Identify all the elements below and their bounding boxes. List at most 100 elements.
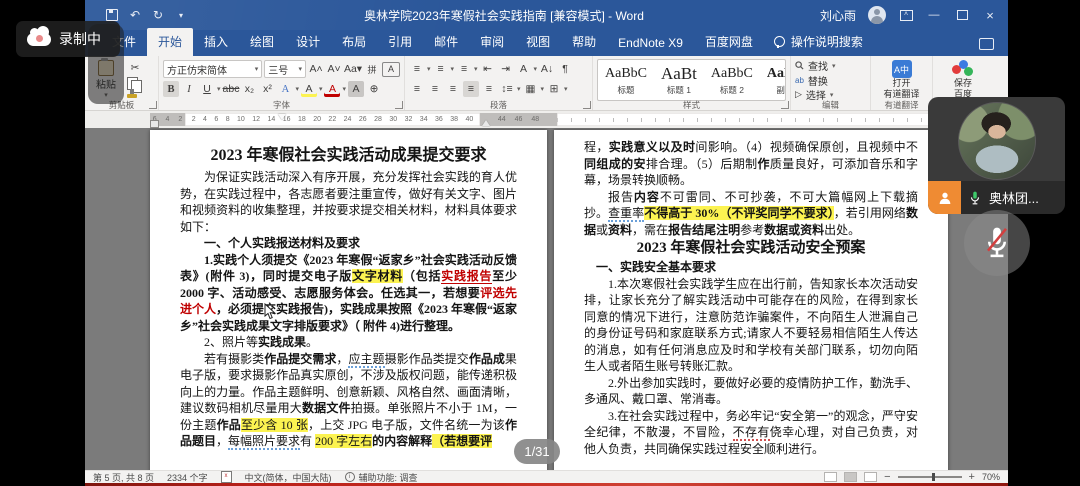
doc-title-left: 2023 年寒假社会实践活动成果提交要求: [180, 146, 517, 166]
tab-references[interactable]: 引用: [377, 28, 423, 56]
numbering-icon[interactable]: ≡: [433, 61, 449, 77]
maximize-button[interactable]: [954, 8, 970, 22]
text-effects-icon[interactable]: A: [277, 81, 293, 97]
show-marks-icon[interactable]: ¶: [557, 61, 573, 77]
clipboard-dialog-launcher[interactable]: [149, 101, 157, 109]
font-size-combo[interactable]: 三号▾: [264, 60, 306, 78]
zoom-slider[interactable]: [898, 476, 962, 477]
style-subtitle[interactable]: AaBbC 副标题: [760, 60, 786, 100]
comments-icon[interactable]: [979, 38, 994, 50]
mute-microphone-button[interactable]: [964, 210, 1030, 276]
page-right[interactable]: 程，实践意义以及时间影响。（4）视频确保原创，且视频中不同组成的安排合理。（5）…: [554, 130, 948, 470]
phonetic-guide-icon[interactable]: 拼: [364, 61, 380, 77]
bold-icon[interactable]: B: [163, 81, 179, 97]
tell-me-search[interactable]: 操作说明搜索: [764, 28, 873, 56]
minimize-button[interactable]: —: [926, 8, 942, 22]
print-layout-button[interactable]: [844, 472, 857, 482]
format-painter-icon[interactable]: [127, 94, 137, 98]
align-left-icon[interactable]: ≡: [409, 81, 425, 97]
increase-indent-icon[interactable]: ⇥: [498, 61, 514, 77]
shading-icon[interactable]: ▦: [523, 81, 539, 97]
highlight-color-icon[interactable]: A: [301, 81, 317, 97]
replace-button[interactable]: ab 替换: [795, 74, 866, 87]
paragraph: 1.本次寒假社会实践学生应在出行前，告知家长本次活动安排，让家长充分了解实践活动…: [584, 276, 918, 375]
style-normal[interactable]: AaBbC 标题: [598, 60, 654, 100]
first-line-indent-marker[interactable]: [278, 114, 286, 120]
close-button[interactable]: ×: [982, 8, 998, 22]
undo-icon[interactable]: ↶: [128, 8, 142, 22]
strikethrough-icon[interactable]: abc: [223, 81, 240, 97]
left-indent-marker[interactable]: [150, 120, 159, 128]
sort-icon[interactable]: A↓: [539, 61, 555, 77]
cut-icon[interactable]: ✂: [127, 60, 143, 76]
copy-icon[interactable]: [127, 77, 138, 90]
superscript-icon[interactable]: x²: [259, 81, 275, 97]
shrink-font-icon[interactable]: A˅: [326, 61, 342, 77]
tab-insert[interactable]: 插入: [193, 28, 239, 56]
baidu-save-button[interactable]: 保存 百度: [937, 59, 989, 99]
save-icon[interactable]: [105, 8, 119, 22]
tab-baidu-netdisk[interactable]: 百度网盘: [694, 28, 764, 56]
page-left[interactable]: 2023 年寒假社会实践活动成果提交要求 为保证实践活动深入有序开展，充分发挥社…: [150, 130, 547, 470]
search-icon: [795, 61, 804, 70]
align-right-icon[interactable]: ≡: [445, 81, 461, 97]
style-heading2[interactable]: AaBbC 标题 2: [704, 60, 760, 100]
participant-mic-button[interactable]: [968, 190, 982, 206]
align-center-icon[interactable]: ≡: [427, 81, 443, 97]
borders-icon[interactable]: ⊞: [546, 81, 562, 97]
justify-icon[interactable]: ≡: [463, 81, 479, 97]
web-layout-button[interactable]: [864, 472, 877, 482]
zoom-out-button[interactable]: −: [884, 471, 890, 483]
tab-endnote[interactable]: EndNote X9: [607, 31, 694, 56]
word-count-status[interactable]: 2334 个字: [167, 471, 208, 484]
decrease-indent-icon[interactable]: ⇤: [480, 61, 496, 77]
styles-dialog-launcher[interactable]: [781, 101, 789, 109]
tab-review[interactable]: 审阅: [469, 28, 515, 56]
page-number-status[interactable]: 第 5 页, 共 8 页: [93, 471, 154, 484]
paragraph-dialog-launcher[interactable]: [583, 101, 591, 109]
tab-draw[interactable]: 绘图: [239, 28, 285, 56]
person-icon: [937, 190, 953, 206]
line-spacing-icon[interactable]: ↕≡: [499, 81, 515, 97]
title-bar: ↶ ↻ ▾ 奥林学院2023年寒假社会实践指南 [兼容模式] - Word 刘心…: [85, 0, 1008, 30]
right-indent-marker[interactable]: [482, 120, 490, 126]
recording-label: 录制中: [59, 29, 101, 49]
zoom-level[interactable]: 70%: [982, 472, 1000, 482]
font-dialog-launcher[interactable]: [395, 101, 403, 109]
horizontal-ruler[interactable]: 6 4 2 2 4 6 8 10 12 14 16 18 20 22 24 26…: [150, 113, 1008, 126]
asian-layout-icon[interactable]: A: [516, 61, 532, 77]
find-button[interactable]: 查找▾: [795, 59, 866, 72]
tab-mailings[interactable]: 邮件: [423, 28, 469, 56]
underline-icon[interactable]: U: [199, 81, 215, 97]
multilevel-list-icon[interactable]: ≡: [456, 61, 472, 77]
tab-view[interactable]: 视图: [515, 28, 561, 56]
italic-icon[interactable]: I: [181, 81, 197, 97]
tab-home[interactable]: 开始: [147, 28, 193, 56]
subscript-icon[interactable]: x₂: [241, 81, 257, 97]
tab-layout[interactable]: 布局: [331, 28, 377, 56]
ribbon-display-options-icon[interactable]: ˄: [898, 8, 914, 22]
zoom-slider-handle[interactable]: [932, 473, 935, 481]
tab-help[interactable]: 帮助: [561, 28, 607, 56]
proofing-errors-icon[interactable]: x: [221, 471, 232, 483]
grow-font-icon[interactable]: A˄: [308, 61, 324, 77]
enclose-characters-icon[interactable]: ⊕: [366, 81, 382, 97]
character-shading-icon[interactable]: A: [348, 81, 364, 97]
user-avatar[interactable]: [868, 6, 886, 24]
redo-icon[interactable]: ↻: [151, 8, 165, 22]
qat-customize-icon[interactable]: ▾: [174, 8, 188, 22]
change-case-icon[interactable]: Aa▾: [344, 61, 362, 77]
recording-badge[interactable]: 录制中: [16, 21, 120, 57]
font-name-combo[interactable]: 方正仿宋简体▾: [163, 60, 262, 78]
language-status[interactable]: 中文(简体，中国大陆): [245, 471, 332, 484]
style-heading1[interactable]: AaBt 标题 1: [654, 60, 704, 100]
distribute-icon[interactable]: ≡: [481, 81, 497, 97]
read-mode-button[interactable]: [824, 472, 837, 482]
bullets-icon[interactable]: ≡: [409, 61, 425, 77]
character-border-icon[interactable]: A: [382, 62, 400, 77]
accessibility-status[interactable]: i 辅助功能: 调查: [345, 471, 418, 484]
youdao-translate-button[interactable]: A中 打开 有道翻译: [875, 59, 928, 99]
font-color-icon[interactable]: A: [324, 81, 340, 97]
zoom-in-button[interactable]: +: [969, 471, 975, 483]
tab-design[interactable]: 设计: [285, 28, 331, 56]
